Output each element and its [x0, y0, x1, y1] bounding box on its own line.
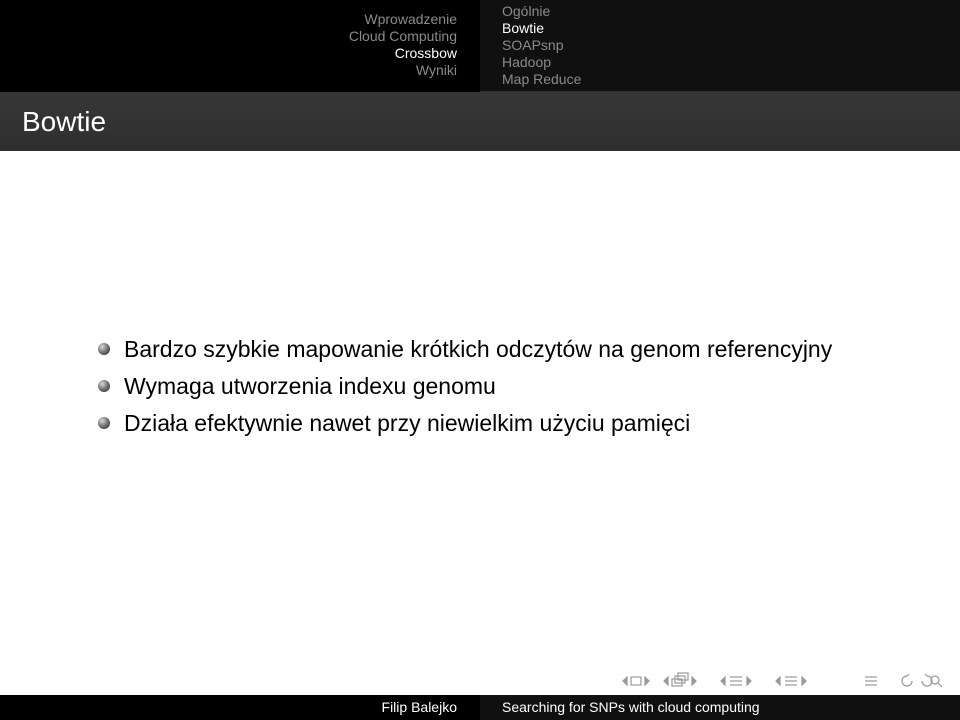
footer: Filip Balejko Searching for SNPs with cl…	[0, 695, 960, 720]
bullet-text: Wymaga utworzenia indexu genomu	[124, 373, 496, 399]
nav-subsection-ogolnie[interactable]: Ogólnie	[502, 3, 550, 20]
list-item: Bardzo szybkie mapowanie krótkich odczyt…	[96, 335, 832, 372]
search-zoom-icon[interactable]	[901, 673, 943, 688]
slide-nav-icon[interactable]	[622, 675, 650, 687]
subsection-nav-icon[interactable]	[720, 675, 752, 687]
navigation-symbols	[622, 672, 952, 690]
frame-title: Bowtie	[22, 106, 107, 137]
nav-section-cloud-computing[interactable]: Cloud Computing	[349, 28, 457, 45]
nav-subsection-map-reduce[interactable]: Map Reduce	[502, 71, 581, 88]
doc-nav-icon[interactable]	[865, 676, 877, 686]
footer-talk-title: Searching for SNPs with cloud computing	[502, 699, 760, 715]
bullet-list: Bardzo szybkie mapowanie krótkich odczyt…	[96, 335, 832, 446]
section-nav-icon[interactable]	[775, 675, 807, 687]
subsection-navigation: Ogólnie Bowtie SOAPsnp Hadoop Map Reduce	[480, 0, 960, 92]
list-item: Wymaga utworzenia indexu genomu	[96, 372, 832, 409]
frame-title-bar: Bowtie	[0, 92, 960, 151]
bullet-text: Działa efektywnie nawet przy niewielkim …	[124, 410, 691, 436]
section-navigation: Wprowadzenie Cloud Computing Crossbow Wy…	[0, 0, 480, 92]
nav-section-wprowadzenie[interactable]: Wprowadzenie	[364, 11, 457, 28]
bullet-text: Bardzo szybkie mapowanie krótkich odczyt…	[124, 336, 833, 362]
bullet-ball-icon	[98, 343, 110, 355]
footer-right: Searching for SNPs with cloud computing	[480, 695, 960, 720]
nav-subsection-hadoop[interactable]: Hadoop	[502, 54, 551, 71]
header-navigation: Wprowadzenie Cloud Computing Crossbow Wy…	[0, 0, 960, 92]
footer-author: Filip Balejko	[381, 699, 457, 715]
bullet-ball-icon	[98, 380, 110, 392]
list-item: Działa efektywnie nawet przy niewielkim …	[96, 409, 832, 446]
nav-subsection-soapsnp[interactable]: SOAPsnp	[502, 37, 563, 54]
nav-subsection-bowtie[interactable]: Bowtie	[502, 20, 544, 37]
nav-section-crossbow[interactable]: Crossbow	[395, 45, 457, 62]
frame-nav-icon[interactable]	[663, 672, 697, 687]
footer-left: Filip Balejko	[0, 695, 480, 720]
bullet-ball-icon	[98, 417, 110, 429]
nav-section-wyniki[interactable]: Wyniki	[416, 62, 457, 79]
